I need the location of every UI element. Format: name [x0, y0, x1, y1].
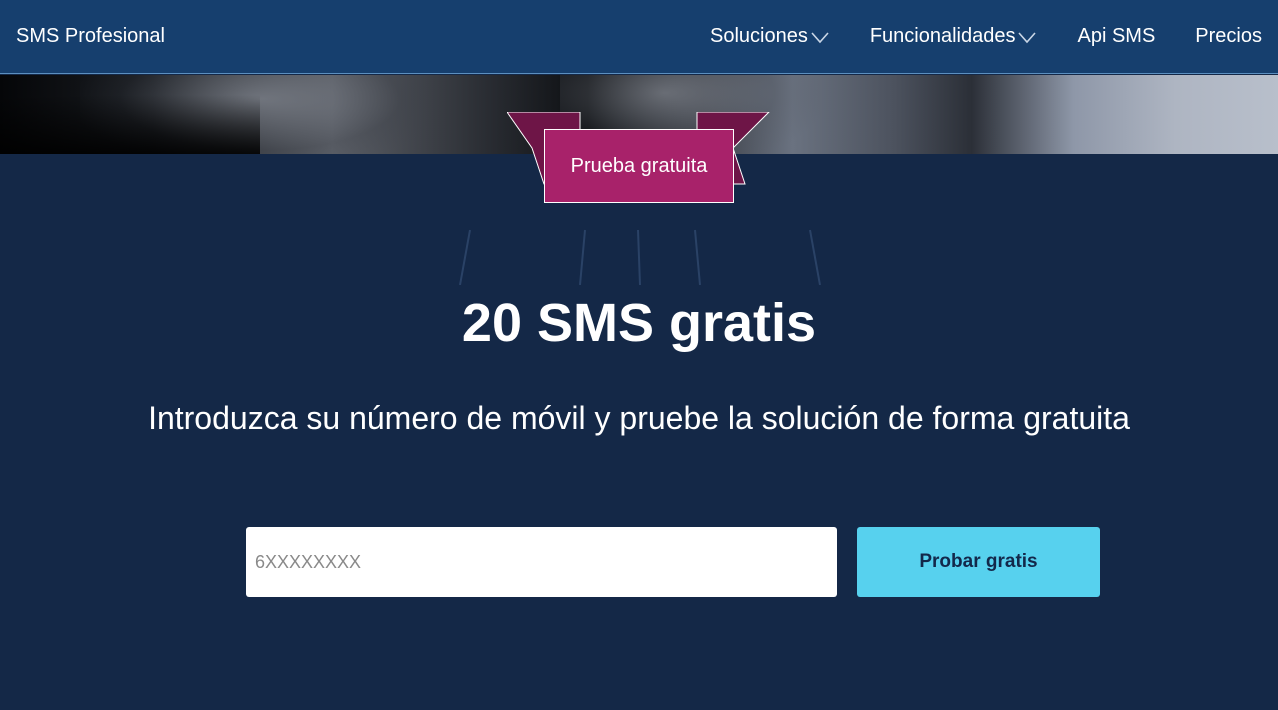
hero-title: 20 SMS gratis [461, 293, 817, 353]
nav-item-label: Api SMS [1077, 25, 1156, 47]
chevron-down-icon [1017, 29, 1037, 45]
free-trial-ribbon: Prueba gratuita [507, 112, 771, 204]
ribbon-label: Prueba gratuita [570, 154, 708, 177]
nav-item-soluciones[interactable]: Soluciones [710, 25, 830, 48]
main-nav: Soluciones Funcionalidades Api SMS Preci… [710, 0, 1262, 73]
nav-item-precios[interactable]: Precios [1195, 25, 1262, 48]
chevron-down-icon [810, 29, 830, 45]
phone-number-input[interactable] [246, 527, 837, 597]
nav-item-label: Soluciones [709, 25, 808, 47]
brand-logo-link[interactable]: SMS Profesional [16, 25, 165, 48]
nav-item-api-sms[interactable]: Api SMS [1077, 25, 1155, 48]
try-free-button[interactable]: Probar gratis [857, 527, 1100, 597]
nav-item-label: Precios [1195, 25, 1262, 47]
nav-item-funcionalidades[interactable]: Funcionalidades [870, 25, 1038, 48]
top-navbar: SMS Profesional Soluciones Funcionalidad… [0, 0, 1278, 74]
decorative-lines [459, 229, 821, 285]
hero-subtitle: Introduzca su número de móvil y pruebe l… [148, 400, 1130, 436]
nav-item-label: Funcionalidades [869, 25, 1016, 47]
landing-page: SMS Profesional Soluciones Funcionalidad… [0, 0, 1278, 710]
